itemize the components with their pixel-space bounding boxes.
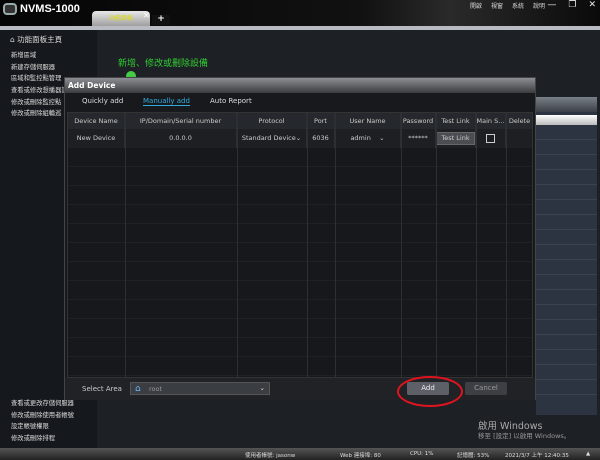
home-icon: ⌂ (135, 384, 141, 394)
col-ip: IP/Domain/Serial number (125, 113, 237, 129)
sidebar-item[interactable]: 修改或刪除組輪巡 (11, 108, 61, 117)
sidebar-item[interactable]: 新增區域 (11, 50, 36, 59)
status-web-port: Web 連接埠: 80 (340, 453, 381, 459)
table-row[interactable]: New Device 0.0.0.0 Standard Device⌄ 6036… (68, 129, 532, 148)
close-button[interactable]: ✕ (588, 0, 596, 10)
device-table: Device Name IP/Domain/Serial number Prot… (67, 112, 533, 378)
col-user-name: User Name (335, 113, 401, 129)
minimize-button[interactable]: — (547, 0, 556, 10)
sidebar-item[interactable]: 查看或修改想播器設 (11, 85, 68, 94)
app-logo-icon (3, 3, 17, 15)
select-area-label: Select Area (82, 385, 122, 393)
col-main-stream: Main S... (476, 113, 506, 129)
dialog-footer: Select Area ⌂ root ⌄ Add Cancel (65, 378, 535, 400)
chevron-down-icon: ⌄ (259, 384, 265, 392)
protocol-select[interactable]: Standard Device⌄ (237, 129, 307, 148)
cancel-button[interactable]: Cancel (465, 382, 507, 395)
sidebar-item[interactable]: 修改或刪除使用者帳號 (11, 410, 74, 419)
highlight-circle (397, 376, 463, 407)
chevron-down-icon: ⌄ (295, 134, 302, 142)
add-tab-button[interactable]: + (152, 15, 170, 25)
password-cell[interactable]: ****** (401, 129, 436, 148)
tab-function-panel[interactable]: 功能面板 (92, 11, 150, 27)
status-cpu: CPU: 1% (410, 451, 434, 457)
maximize-button[interactable]: ❐ (568, 0, 576, 10)
table-header: Device Name IP/Domain/Serial number Prot… (68, 113, 532, 129)
background-device-list (536, 97, 597, 415)
col-test-link: Test Link (436, 113, 476, 129)
sidebar-item[interactable]: 修改或刪除排程 (11, 433, 55, 442)
delete-cell[interactable] (506, 129, 532, 148)
eject-icon[interactable]: ▲ (586, 451, 590, 457)
add-device-dialog: Add Device Quickly add Manually add Auto… (64, 77, 536, 400)
status-bar: 使用者帳號: jasonw Web 連接埠: 80 CPU: 1% 記憶體: 5… (0, 448, 600, 460)
chevron-down-icon: ⌄ (379, 134, 385, 142)
sidebar-item[interactable]: 修改或刪除監控點 (11, 97, 61, 106)
empty-rows (68, 148, 532, 377)
sidebar-item[interactable]: 新建存儲伺服器 (11, 62, 55, 71)
sidebar-item[interactable]: 設定帳號權限 (11, 421, 49, 430)
test-link-button[interactable]: Test Link (436, 132, 475, 145)
menu-open[interactable]: 開啟 (470, 1, 482, 10)
menu-help[interactable]: 說明 (533, 1, 545, 10)
col-device-name: Device Name (68, 113, 125, 129)
menu-system[interactable]: 系統 (512, 1, 524, 10)
device-name-cell[interactable]: New Device (68, 129, 125, 148)
status-user: 使用者帳號: jasonw (245, 453, 296, 459)
sidebar-item[interactable]: 區域和監控點管理 (11, 73, 61, 82)
user-name-select[interactable]: admin ⌄ (335, 129, 401, 148)
ip-cell[interactable]: 0.0.0.0 (125, 129, 237, 148)
main-stream-checkbox[interactable] (486, 134, 495, 143)
tab-auto-report[interactable]: Auto Report (210, 97, 252, 105)
activation-watermark-sub: 移至 [設定] 以啟用 Windows。 (478, 432, 571, 440)
port-cell[interactable]: 6036 (307, 129, 335, 148)
col-password: Password (401, 113, 436, 129)
menu-window[interactable]: 視窗 (491, 1, 503, 10)
title-bar: NVMS-1000 開啟 視窗 系統 說明 — ❐ ✕ (0, 0, 600, 26)
dialog-title: Add Device (65, 78, 535, 93)
col-port: Port (307, 113, 335, 129)
tab-manually-add[interactable]: Manually add (143, 97, 190, 106)
area-select[interactable]: ⌂ root ⌄ (130, 382, 270, 395)
sidebar-home-label: 功能面板主頁 (17, 35, 63, 44)
col-protocol: Protocol (237, 113, 307, 129)
page-heading: 新增、修改或刪除設備 (118, 59, 209, 69)
sidebar-home[interactable]: ⌂ 功能面板主頁 (10, 34, 62, 45)
app-title: NVMS-1000 (20, 3, 80, 15)
tab-close-icon[interactable]: ✕ (143, 11, 150, 20)
status-memory: 記憶體: 53% (457, 453, 490, 459)
status-datetime: 2021/3/7 上午 12:40:35 (505, 453, 569, 459)
tab-quickly-add[interactable]: Quickly add (82, 97, 123, 105)
col-delete: Delete (506, 113, 532, 129)
